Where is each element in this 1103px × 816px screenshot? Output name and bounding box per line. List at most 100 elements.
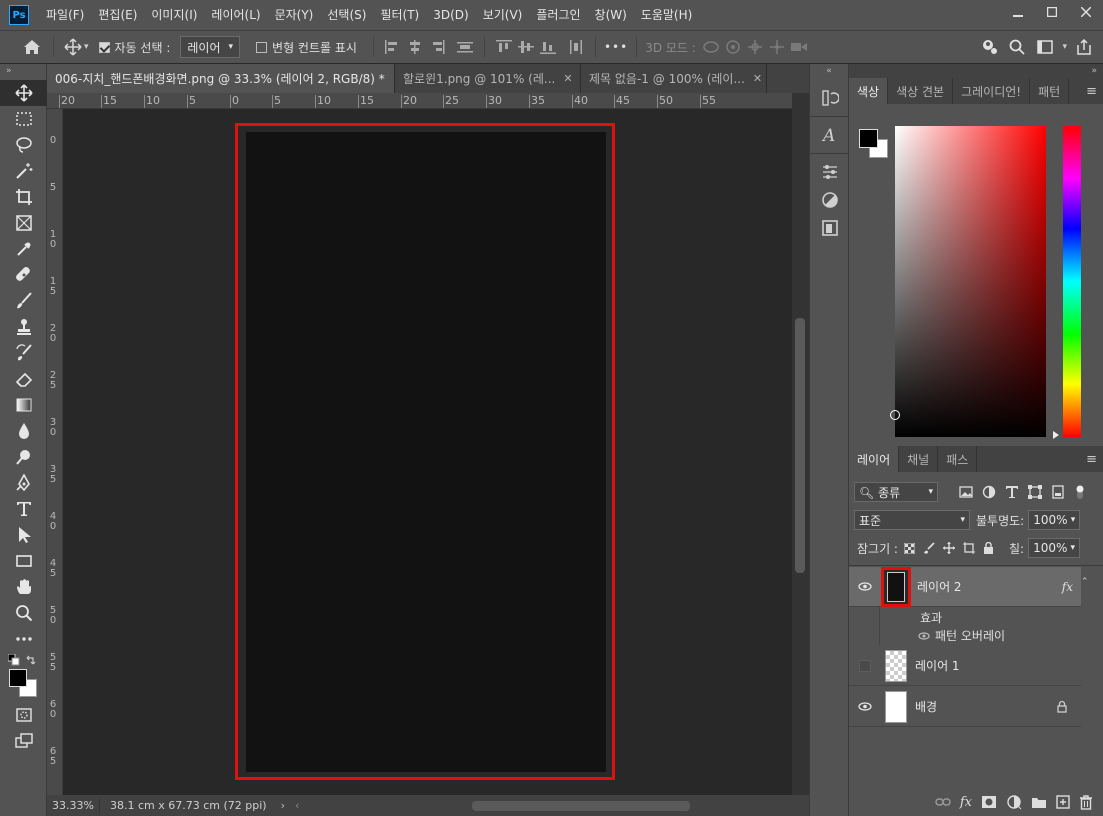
layer-name[interactable]: 레이어 1 bbox=[915, 657, 960, 674]
layer-row[interactable]: 레이어 2 fx bbox=[849, 566, 1081, 607]
align-left-button[interactable] bbox=[382, 36, 404, 58]
eye-icon[interactable] bbox=[918, 631, 930, 640]
visibility-toggle[interactable] bbox=[849, 659, 881, 672]
zoom-tool[interactable] bbox=[0, 600, 47, 626]
history-panel-button[interactable] bbox=[810, 84, 850, 112]
align-center-button[interactable] bbox=[404, 36, 426, 58]
default-colors-icon[interactable] bbox=[8, 654, 20, 666]
smart-object-filter-icon[interactable] bbox=[1051, 485, 1065, 499]
type-filter-icon[interactable] bbox=[1005, 485, 1019, 499]
type-tool[interactable] bbox=[0, 496, 47, 522]
layer-mask-icon[interactable] bbox=[981, 795, 997, 809]
layer-name[interactable]: 레이어 2 bbox=[917, 578, 962, 595]
distribute-horizontal-button[interactable] bbox=[565, 36, 587, 58]
tab-document-2[interactable]: 할로윈1.png @ 101% (레... ✕ bbox=[395, 64, 581, 93]
vertical-scrollbar[interactable] bbox=[792, 93, 809, 795]
tab-layers[interactable]: 레이어 bbox=[849, 446, 900, 472]
layer-filter-dropdown[interactable]: 🔍︎ 종류 ▾ bbox=[854, 482, 938, 502]
folder-icon[interactable] bbox=[1031, 795, 1047, 809]
lock-icon[interactable] bbox=[1057, 700, 1067, 713]
tab-color[interactable]: 색상 bbox=[849, 78, 889, 104]
auto-select-target-dropdown[interactable]: 레이어 ▾ bbox=[180, 36, 241, 58]
menu-plugins[interactable]: 플러그인 bbox=[529, 0, 587, 30]
blend-mode-dropdown[interactable]: 표준 ▾ bbox=[854, 510, 970, 530]
hue-slider[interactable] bbox=[1063, 126, 1081, 437]
zoom-level[interactable]: 33.33% bbox=[47, 799, 99, 812]
path-selection-tool[interactable] bbox=[0, 522, 47, 548]
eyedropper-tool[interactable] bbox=[0, 236, 47, 262]
menu-select[interactable]: 선택(S) bbox=[320, 0, 373, 30]
orbit-3d-button[interactable] bbox=[700, 36, 722, 58]
edit-toolbar-button[interactable] bbox=[0, 626, 47, 652]
menu-file[interactable]: 파일(F) bbox=[39, 0, 91, 30]
panel-menu-icon[interactable]: ≡ bbox=[1086, 84, 1097, 99]
tab-patterns[interactable]: 패턴 bbox=[1030, 78, 1070, 104]
pen-tool[interactable] bbox=[0, 470, 47, 496]
fill-input[interactable]: 100% ▾ bbox=[1028, 538, 1081, 558]
lock-transparency-icon[interactable] bbox=[903, 542, 915, 554]
opacity-input[interactable]: 100% ▾ bbox=[1028, 510, 1081, 530]
move-tool-preset[interactable] bbox=[62, 36, 84, 58]
horizontal-scroll-thumb[interactable] bbox=[472, 801, 690, 811]
move-tool[interactable] bbox=[0, 80, 47, 106]
swap-colors-icon[interactable] bbox=[25, 654, 37, 666]
tab-paths[interactable]: 패스 bbox=[938, 446, 978, 472]
layer-row[interactable]: 레이어 1 bbox=[849, 646, 1081, 686]
visibility-toggle[interactable] bbox=[849, 702, 881, 711]
search-button[interactable] bbox=[1006, 36, 1028, 58]
tab-document-1[interactable]: 006-지치_핸드폰배경화면.png @ 33.3% (레이어 2, RGB/8… bbox=[47, 64, 395, 93]
close-icon[interactable]: ✕ bbox=[563, 72, 572, 85]
menu-layer[interactable]: 레이어(L) bbox=[204, 0, 267, 30]
menu-filter[interactable]: 필터(T) bbox=[373, 0, 426, 30]
rectangle-tool[interactable] bbox=[0, 548, 47, 574]
panel-menu-icon[interactable]: ≡ bbox=[1086, 452, 1097, 467]
blur-tool[interactable] bbox=[0, 418, 47, 444]
adjustment-filter-icon[interactable] bbox=[982, 485, 996, 499]
lock-all-icon[interactable] bbox=[983, 542, 994, 554]
close-icon[interactable]: ✕ bbox=[753, 72, 762, 85]
layer-thumbnail[interactable] bbox=[885, 690, 907, 723]
minimize-button[interactable] bbox=[1001, 0, 1035, 24]
image-filter-icon[interactable] bbox=[959, 486, 973, 498]
fx-badge[interactable]: fx bbox=[1062, 580, 1073, 594]
brush-tool[interactable] bbox=[0, 288, 47, 314]
tab-channels[interactable]: 채널 bbox=[899, 446, 939, 472]
collapse-panels-icon[interactable]: » bbox=[849, 64, 1103, 78]
color-field[interactable] bbox=[890, 126, 1046, 437]
layer-name[interactable]: 배경 bbox=[915, 698, 937, 715]
menu-view[interactable]: 보기(V) bbox=[476, 0, 530, 30]
pan-3d-button[interactable] bbox=[744, 36, 766, 58]
fx-icon[interactable]: fx bbox=[960, 795, 972, 810]
effect-item[interactable]: 패턴 오버레이 bbox=[918, 627, 1005, 644]
share-button[interactable] bbox=[1073, 36, 1095, 58]
new-layer-icon[interactable] bbox=[1056, 795, 1070, 809]
layer-thumbnail[interactable] bbox=[885, 649, 907, 682]
layer-thumbnail[interactable] bbox=[881, 566, 911, 607]
libraries-panel-button[interactable] bbox=[810, 214, 850, 242]
menu-image[interactable]: 이미지(I) bbox=[144, 0, 204, 30]
collapse-strip-icon[interactable]: « bbox=[810, 64, 848, 78]
link-layers-icon[interactable] bbox=[935, 797, 951, 807]
chevron-right-icon[interactable]: › bbox=[281, 799, 285, 812]
align-middle-button[interactable] bbox=[515, 36, 537, 58]
align-top-button[interactable] bbox=[493, 36, 515, 58]
hand-tool[interactable] bbox=[0, 574, 47, 600]
menu-help[interactable]: 도움말(H) bbox=[634, 0, 700, 30]
align-bottom-button[interactable] bbox=[537, 36, 559, 58]
tab-swatches[interactable]: 색상 견본 bbox=[888, 78, 954, 104]
menu-3d[interactable]: 3D(D) bbox=[426, 0, 475, 30]
healing-brush-tool[interactable] bbox=[0, 262, 47, 288]
clone-stamp-tool[interactable] bbox=[0, 314, 47, 340]
maximize-button[interactable] bbox=[1035, 0, 1069, 24]
filter-toggle-icon[interactable] bbox=[1074, 484, 1086, 500]
layer-row[interactable]: 배경 bbox=[849, 687, 1081, 727]
workspace-button[interactable] bbox=[1034, 36, 1056, 58]
chevron-up-icon[interactable]: ⌃ bbox=[1081, 577, 1089, 587]
adjustment-layer-icon[interactable] bbox=[1006, 794, 1022, 810]
menu-window[interactable]: 창(W) bbox=[588, 0, 634, 30]
share-user-button[interactable] bbox=[978, 36, 1000, 58]
color-picker-marker[interactable] bbox=[890, 410, 900, 420]
auto-select-checkbox[interactable] bbox=[98, 41, 110, 53]
shape-filter-icon[interactable] bbox=[1028, 485, 1042, 499]
more-options-button[interactable]: ••• bbox=[604, 40, 628, 54]
